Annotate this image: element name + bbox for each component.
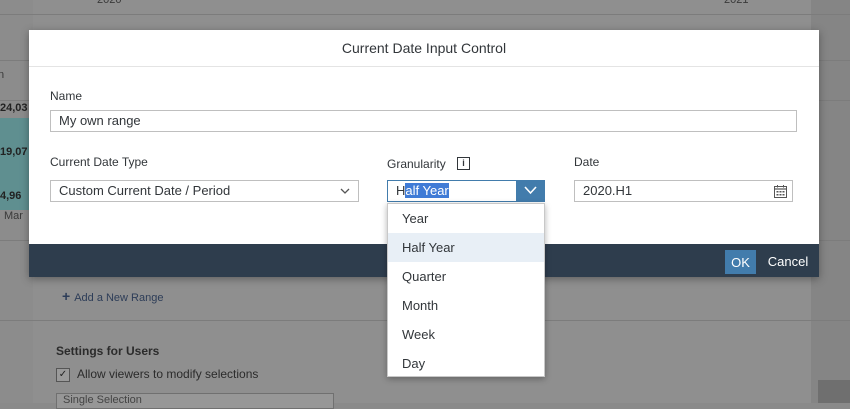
granularity-value: Half Year — [396, 183, 449, 198]
date-input[interactable]: 2020.H1 — [574, 180, 793, 202]
background-value: 24,03 — [0, 102, 28, 114]
granularity-option-quarter[interactable]: Quarter — [388, 262, 544, 291]
plus-icon: + — [62, 288, 71, 304]
background-value: 19,07 — [0, 146, 28, 158]
granularity-dropdown-list: Year Half Year Quarter Month Week Day — [387, 203, 545, 377]
granularity-option-week[interactable]: Week — [388, 320, 544, 349]
current-date-type-value: Custom Current Date / Period — [59, 183, 231, 198]
background-value: 4,96 — [0, 190, 22, 202]
current-date-type-label: Current Date Type — [50, 155, 148, 169]
ok-button[interactable]: OK — [725, 250, 756, 274]
calendar-icon[interactable] — [774, 185, 787, 198]
selection-mode-select[interactable]: Single Selection — [56, 393, 334, 409]
granularity-label: Granularity — [387, 157, 446, 171]
info-icon[interactable]: i — [457, 157, 470, 170]
granularity-dropdown-button[interactable] — [516, 180, 545, 202]
date-value: 2020.H1 — [583, 183, 633, 198]
background-corner — [818, 380, 850, 403]
settings-title: Settings for Users — [56, 344, 160, 358]
granularity-option-month[interactable]: Month — [388, 291, 544, 320]
allow-viewers-label: Allow viewers to modify selections — [77, 367, 259, 381]
cancel-button[interactable]: Cancel — [763, 250, 813, 274]
date-label: Date — [574, 155, 600, 169]
granularity-option-day[interactable]: Day — [388, 349, 544, 378]
granularity-option-year[interactable]: Year — [388, 204, 544, 233]
background-axis-label: n — [0, 69, 5, 81]
background-axis-label: 2021 — [724, 0, 749, 6]
background-month-label: Mar — [4, 210, 23, 222]
dialog-title: Current Date Input Control — [29, 30, 819, 67]
name-input[interactable]: My own range — [50, 110, 797, 132]
current-date-type-select[interactable]: Custom Current Date / Period — [50, 180, 359, 202]
allow-viewers-checkbox[interactable]: ✓ — [56, 368, 70, 382]
add-range-link[interactable]: + Add a New Range — [62, 288, 163, 304]
granularity-select[interactable]: Half Year — [387, 180, 545, 202]
background-axis-label: 2020 — [97, 0, 122, 6]
chevron-down-icon — [524, 186, 537, 195]
granularity-option-half-year[interactable]: Half Year — [388, 233, 544, 262]
chevron-down-icon[interactable] — [340, 186, 350, 196]
name-label: Name — [50, 89, 83, 103]
